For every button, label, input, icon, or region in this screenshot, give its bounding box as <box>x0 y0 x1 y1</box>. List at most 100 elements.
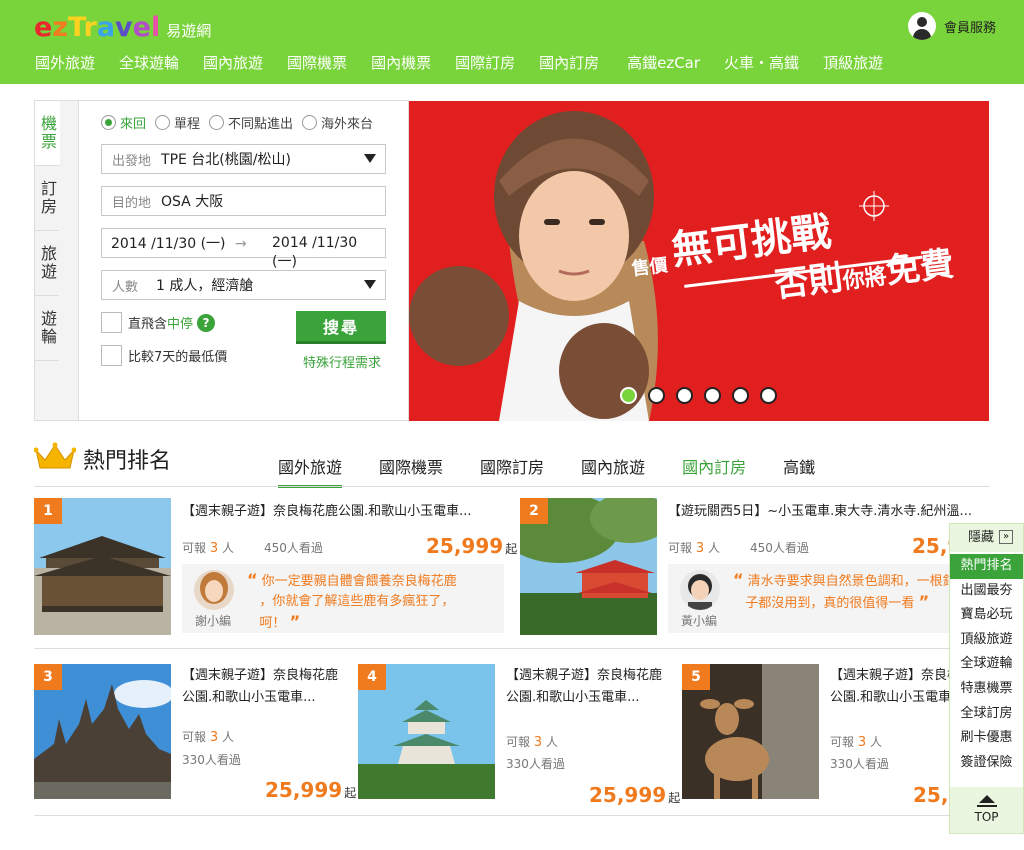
search-vertical-tabs: 機票 訂房 旅遊 遊輪 <box>35 101 79 420</box>
side-menu-item[interactable]: 全球遊輪 <box>950 652 1023 677</box>
side-menu-item[interactable]: 簽證保險 <box>950 751 1023 776</box>
nav-item[interactable]: 國外旅遊 <box>26 52 104 74</box>
ranking-card[interactable]: 4 【週末親子遊】奈良梅花鹿 公園.和歌山小玉電車... 可報 3 人 330人… <box>358 664 680 807</box>
row-divider <box>34 815 990 816</box>
radio-label: 來回 <box>120 117 147 132</box>
radio-one-way[interactable]: 單程 <box>155 113 200 132</box>
nav-item[interactable]: 國內訂房 <box>530 52 608 74</box>
headline-small: 售價 <box>630 254 669 281</box>
rank-badge: 4 <box>358 664 386 690</box>
search-button[interactable]: 搜尋 <box>296 311 386 344</box>
view-count: 330人看過 <box>830 757 889 771</box>
signup-num: 3 <box>533 735 543 750</box>
back-to-top-button[interactable]: TOP <box>950 787 1023 833</box>
rank-badge: 3 <box>34 664 62 690</box>
ranking-card[interactable]: 2 【遊玩關西5日】~小玉電車.東大寺.清水寺.紀州溫... 可報 3 人 45… <box>520 498 1003 635</box>
special-itinerary-link[interactable]: 特殊行程需求 <box>303 352 381 371</box>
review-line: 子都沒用到，真的很值得一看 <box>745 596 915 611</box>
ranking-tab[interactable]: 國外旅遊 <box>278 454 343 488</box>
carousel-dot[interactable] <box>704 387 721 404</box>
headline-part: 否則 <box>772 257 845 306</box>
side-menu-item[interactable]: 出國最夯 <box>950 579 1023 604</box>
title-line: 公園.和歌山小玉電車... <box>506 690 640 705</box>
ranking-card[interactable]: 1 【週末親子遊】奈良梅花鹿公園.和歌山小玉電車... 可報 3 人 450人看… <box>34 498 517 635</box>
side-menu-item[interactable]: 特惠機票 <box>950 677 1023 702</box>
reviewer-name: 謝小編 <box>195 614 232 628</box>
card-title[interactable]: 【週末親子遊】奈良梅花鹿 <box>182 664 338 683</box>
card-title[interactable]: 【週末親子遊】奈良梅花鹿 <box>506 664 662 683</box>
view-count: 450人看過 <box>264 541 323 555</box>
date-range-field[interactable]: 2014 /11/30 (一) → 2014 /11/30 (一) <box>101 228 386 270</box>
avatar <box>680 570 720 610</box>
ranking-tab[interactable]: 國際機票 <box>379 454 443 488</box>
card-title[interactable]: 公園.和歌山小玉電車... <box>830 686 964 705</box>
signup-prefix: 可報 <box>182 730 207 744</box>
carousel-dots <box>620 387 788 404</box>
radio-dot <box>209 115 225 130</box>
ranking-tab[interactable]: 國內旅遊 <box>581 454 645 488</box>
rank-badge: 5 <box>682 664 710 690</box>
side-menu-item[interactable]: 全球訂房 <box>950 702 1023 727</box>
destination-field[interactable]: 目的地 OSA 大阪 <box>101 186 386 216</box>
ranking-card[interactable]: 5 【週末親子遊】奈良梅花 公園.和歌山小玉電車... 可報 3 人 330人看… <box>682 664 982 807</box>
price-suffix: 起 <box>668 791 681 805</box>
help-icon[interactable]: ? <box>197 313 216 332</box>
signup-prefix: 可報 <box>182 541 207 555</box>
ranking-tab[interactable]: 國內訂房 <box>682 454 746 488</box>
nav-item[interactable]: 火車・高鐵 <box>715 52 808 74</box>
carousel-dot[interactable] <box>732 387 749 404</box>
carousel-dot[interactable] <box>760 387 777 404</box>
nav-item[interactable]: 頂級旅遊 <box>814 52 892 74</box>
side-menu-item[interactable]: 寶島必玩 <box>950 603 1023 628</box>
direct-prefix: 直飛含 <box>128 317 168 332</box>
radio-round-trip[interactable]: 來回 <box>101 113 146 132</box>
top-label: TOP <box>974 810 999 824</box>
checkbox-box[interactable] <box>101 312 122 333</box>
ranking-tab[interactable]: 高鐵 <box>783 454 815 488</box>
carousel-dot[interactable] <box>676 387 693 404</box>
card-title[interactable]: 公園.和歌山小玉電車... <box>182 686 316 705</box>
ranking-card[interactable]: 3 【週末親子遊】奈良梅花鹿 公園.和歌山小玉電車... 可報 3 人 330人… <box>34 664 356 802</box>
radio-inbound-taiwan[interactable]: 海外來台 <box>302 113 373 132</box>
return-date[interactable]: 2014 /11/30 (一) <box>272 235 385 271</box>
card-title[interactable]: 【遊玩關西5日】~小玉電車.東大寺.清水寺.紀州溫... <box>668 500 972 519</box>
radio-open-jaw[interactable]: 不同點進出 <box>209 113 293 132</box>
checkbox-box[interactable] <box>101 345 122 366</box>
compare-7days-checkbox[interactable]: 比較7天的最低價 <box>101 345 227 366</box>
tab-cruises[interactable]: 遊輪 <box>35 296 59 361</box>
origin-select[interactable]: 出發地 TPE 台北(桃園/松山) <box>101 144 386 174</box>
passengers-select[interactable]: 人數 1 成人，經濟艙 <box>101 270 386 300</box>
card-title[interactable]: 【週末親子遊】奈良梅花鹿公園.和歌山小玉電車... <box>182 500 472 519</box>
nav-item[interactable]: 國際訂房 <box>446 52 524 74</box>
nav-item[interactable]: 高鐵ezCar <box>618 52 709 74</box>
card-title[interactable]: 公園.和歌山小玉電車... <box>506 686 640 705</box>
side-menu-item[interactable]: 頂級旅遊 <box>950 628 1023 653</box>
radio-label: 不同點進出 <box>228 117 294 132</box>
nav-item[interactable]: 國際機票 <box>278 52 356 74</box>
crosshair-icon <box>859 191 889 221</box>
member-service-link[interactable]: 會員服務 <box>907 12 996 40</box>
hide-menu-button[interactable]: 隱藏 » <box>950 524 1023 552</box>
tab-hotels[interactable]: 訂房 <box>35 166 59 231</box>
promo-banner[interactable]: 售價無可挑戰 否則你將免費 <box>409 101 989 421</box>
direct-flight-checkbox[interactable]: 直飛含 中停 ? <box>101 312 216 333</box>
nav-item[interactable]: 國內旅遊 <box>194 52 272 74</box>
side-menu-item[interactable]: 刷卡優惠 <box>950 726 1023 751</box>
ranking-header: 熱門排名 國外旅遊 國際機票 國際訂房 國內旅遊 國內訂房 高鐵 <box>34 440 990 488</box>
site-logo[interactable]: ezTravel 易遊網 <box>34 12 211 43</box>
card-price: 25,999起 <box>265 778 356 802</box>
depart-date[interactable]: 2014 /11/30 (一) <box>111 233 226 253</box>
nav-item[interactable]: 全球遊輪 <box>110 52 188 74</box>
carousel-dot[interactable] <box>620 387 637 404</box>
review-line: 呵！ <box>259 616 286 631</box>
carousel-dot[interactable] <box>648 387 665 404</box>
ranking-title: 熱門排名 <box>83 449 172 474</box>
nav-item[interactable]: 國內機票 <box>362 52 440 74</box>
review-line: 你一定要親自體會餵養奈良梅花鹿 <box>261 574 457 589</box>
tab-tours[interactable]: 旅遊 <box>35 231 59 296</box>
signup-count: 可報 3 人 <box>182 728 234 745</box>
close-quote-icon: ” <box>918 592 930 611</box>
tab-flights[interactable]: 機票 <box>35 101 60 166</box>
ranking-tab[interactable]: 國際訂房 <box>480 454 544 488</box>
side-menu-item[interactable]: 熱門排名 <box>950 554 1023 579</box>
